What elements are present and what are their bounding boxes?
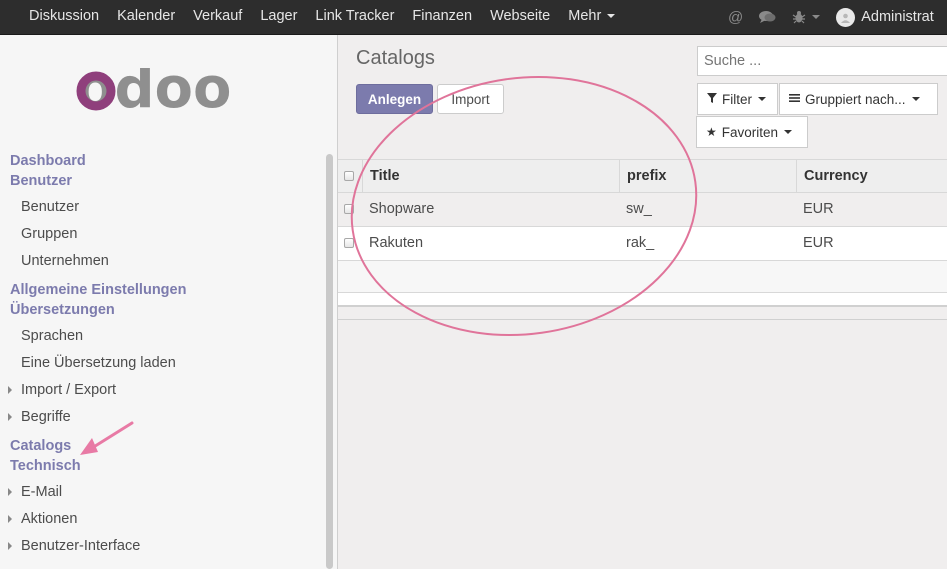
search-input[interactable]: [697, 46, 947, 76]
column-header-prefix[interactable]: prefix: [627, 160, 667, 193]
odoo-logo[interactable]: odoo: [76, 56, 262, 123]
chevron-down-icon: [812, 15, 821, 19]
favorites-button[interactable]: ★ Favoriten: [696, 116, 808, 148]
row-checkbox[interactable]: [344, 204, 354, 214]
sidebar-head-uebersetzungen[interactable]: Übersetzungen: [0, 300, 322, 320]
sidebar-scrollbar[interactable]: [326, 154, 333, 569]
filter-button[interactable]: Filter: [697, 83, 778, 115]
menu-diskussion[interactable]: Diskussion: [20, 0, 108, 34]
sidebar-item-aktionen[interactable]: Aktionen: [0, 506, 322, 533]
user-name: Administrat: [861, 9, 934, 25]
sidebar-head-technisch[interactable]: Technisch: [0, 456, 322, 476]
menu-verkauf[interactable]: Verkauf: [184, 0, 251, 34]
sidebar: odoo Dashboard Benutzer Benutzer Gruppen…: [0, 35, 338, 569]
chevron-down-icon: [911, 97, 920, 101]
sidebar-item-sprachen[interactable]: Sprachen: [0, 323, 322, 350]
cell-currency: EUR: [803, 235, 834, 251]
create-button[interactable]: Anlegen: [356, 84, 433, 114]
sidebar-item-benutzer-interface[interactable]: Benutzer-Interface: [0, 533, 322, 560]
table-row[interactable]: Rakuten rak_ EUR: [338, 227, 947, 261]
list-icon: [789, 92, 800, 106]
app-menu: Diskussion Kalender Verkauf Lager Link T…: [20, 0, 624, 34]
sidebar-head-benutzer[interactable]: Benutzer: [0, 171, 322, 191]
chevron-down-icon: [607, 14, 616, 19]
user-menu[interactable]: Administrat: [836, 7, 934, 27]
column-header-currency[interactable]: Currency: [804, 160, 868, 193]
catalogs-table: Title prefix Currency Shopware sw_ EUR R…: [338, 159, 947, 320]
group-by-label: Gruppiert nach...: [805, 91, 906, 107]
cell-prefix: sw_: [626, 201, 652, 217]
top-navbar: Diskussion Kalender Verkauf Lager Link T…: [0, 0, 947, 35]
main-content: Catalogs Anlegen Import Filter Gruppiert…: [338, 35, 947, 569]
star-icon: ★: [706, 125, 717, 139]
table-row[interactable]: Shopware sw_ EUR: [338, 193, 947, 227]
sidebar-item-begriffe[interactable]: Begriffe: [0, 404, 322, 431]
sidebar-item-unternehmen[interactable]: Unternehmen: [0, 248, 322, 275]
table-footer: [338, 293, 947, 307]
sidebar-nav: Dashboard Benutzer Benutzer Gruppen Unte…: [0, 151, 322, 560]
menu-link-tracker[interactable]: Link Tracker: [306, 0, 403, 34]
group-by-button[interactable]: Gruppiert nach...: [779, 83, 938, 115]
menu-lager[interactable]: Lager: [251, 0, 306, 34]
sidebar-item-import-export[interactable]: Import / Export: [0, 377, 322, 404]
import-button[interactable]: Import: [437, 84, 504, 114]
table-header: Title prefix Currency: [338, 159, 947, 193]
filter-label: Filter: [722, 91, 752, 107]
sidebar-head-dashboard[interactable]: Dashboard: [0, 151, 322, 171]
select-all-checkbox[interactable]: [344, 171, 354, 181]
menu-kalender[interactable]: Kalender: [108, 0, 184, 34]
sidebar-item-email[interactable]: E-Mail: [0, 479, 322, 506]
menu-mehr-label: Mehr: [568, 8, 602, 24]
column-header-title[interactable]: Title: [370, 160, 400, 193]
sidebar-item-benutzer[interactable]: Benutzer: [0, 194, 322, 221]
sidebar-item-gruppen[interactable]: Gruppen: [0, 221, 322, 248]
table-empty-row: [338, 261, 947, 293]
at-icon[interactable]: @: [728, 9, 743, 26]
chevron-down-icon: [784, 130, 793, 134]
navbar-right: @ Administrat: [728, 0, 934, 34]
chevron-down-icon: [758, 97, 766, 101]
cell-currency: EUR: [803, 201, 834, 217]
cell-title: Shopware: [369, 201, 435, 217]
content-divider: [338, 307, 947, 320]
avatar: [836, 7, 856, 27]
favorites-label: Favoriten: [721, 124, 779, 140]
sidebar-item-uebersetzung-laden[interactable]: Eine Übersetzung laden: [0, 350, 322, 377]
column-divider: [362, 160, 363, 193]
menu-mehr[interactable]: Mehr: [559, 0, 624, 34]
sidebar-head-catalogs[interactable]: Catalogs: [0, 436, 322, 456]
cell-prefix: rak_: [626, 235, 655, 251]
menu-webseite[interactable]: Webseite: [481, 0, 559, 34]
debug-bug-icon[interactable]: [792, 10, 821, 24]
chat-icon[interactable]: [759, 10, 776, 24]
row-checkbox[interactable]: [344, 238, 354, 248]
column-divider: [796, 160, 797, 193]
filter-icon: [707, 92, 717, 106]
column-divider: [619, 160, 620, 193]
page-title: Catalogs: [356, 47, 435, 69]
sidebar-head-allgemeine-einstellungen[interactable]: Allgemeine Einstellungen: [0, 280, 322, 300]
cell-title: Rakuten: [369, 235, 424, 251]
menu-finanzen[interactable]: Finanzen: [403, 0, 481, 34]
